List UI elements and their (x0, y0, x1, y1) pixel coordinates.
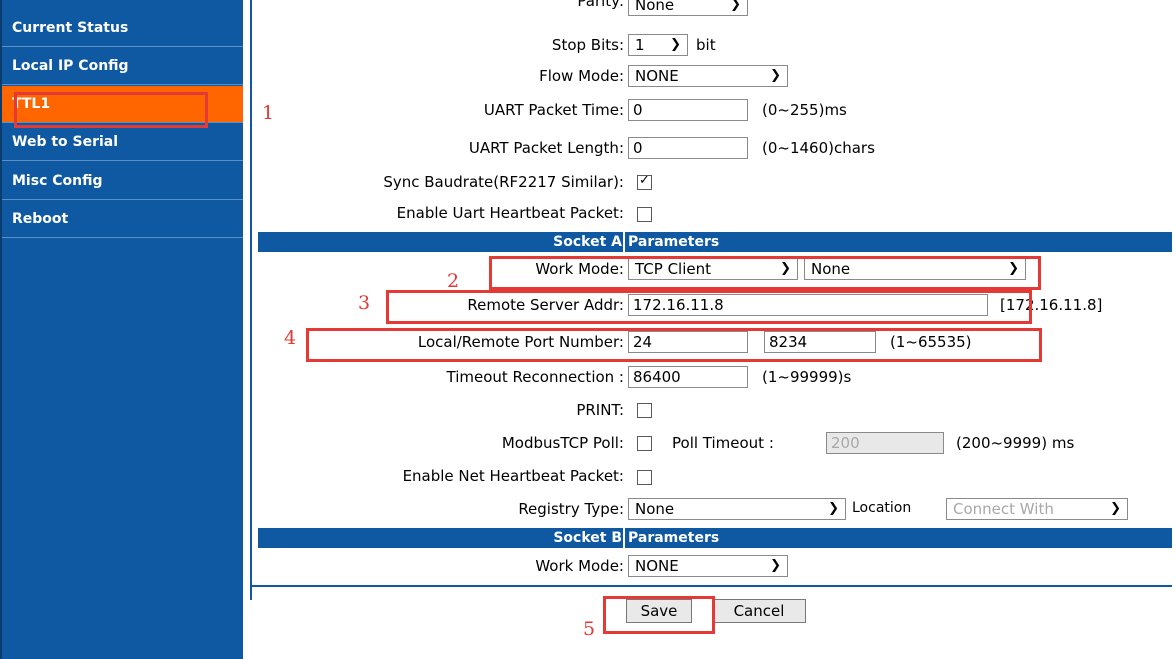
packet-time-range: (0~255)ms (762, 101, 847, 119)
chevron-down-icon: ❯ (730, 0, 741, 12)
chevron-down-icon: ❯ (828, 501, 839, 516)
modbus-poll-checkbox[interactable] (637, 436, 652, 451)
socket-b-work-mode-label: Work Mode: (535, 557, 624, 575)
content-frame-border (250, 0, 252, 600)
header-divider (623, 528, 625, 548)
print-label: PRINT: (576, 401, 624, 419)
location-value: Connect With (953, 500, 1054, 518)
cancel-button[interactable]: Cancel (712, 599, 806, 623)
annotation-number-3: 3 (358, 292, 371, 314)
annotation-box-ttl1 (14, 92, 208, 128)
chevron-down-icon: ❯ (670, 37, 681, 52)
packet-time-input[interactable]: 0 (628, 99, 748, 121)
modbus-poll-label: ModbusTCP Poll: (501, 434, 624, 452)
stop-bits-select[interactable]: 1 ❯ (628, 34, 688, 56)
socket-b-work-mode-value: NONE (635, 557, 679, 575)
annotation-number-5: 5 (583, 618, 596, 640)
socket-b-header-left: Socket B (553, 530, 622, 546)
stop-bits-label: Stop Bits: (551, 36, 624, 54)
parity-value: None (635, 0, 675, 14)
annotation-number-4: 4 (284, 327, 297, 349)
registry-type-label: Registry Type: (518, 500, 624, 518)
sidebar-item-reboot[interactable]: Reboot (2, 201, 243, 238)
sidebar-item-web-to-serial[interactable]: Web to Serial (2, 124, 243, 161)
parity-select[interactable]: None ❯ (628, 0, 748, 16)
socket-b-header-right: Parameters (628, 530, 720, 546)
annotation-box-remote-addr (386, 290, 1032, 324)
sync-baudrate-checkbox[interactable]: ✓ (637, 173, 652, 190)
packet-time-label: UART Packet Time: (483, 101, 624, 119)
socket-b-work-mode-select[interactable]: NONE ❯ (628, 555, 788, 577)
check-icon: ✓ (639, 173, 650, 188)
sidebar-item-current-status[interactable]: Current Status (2, 10, 243, 47)
poll-timeout-input[interactable]: 200 (826, 432, 944, 454)
net-heartbeat-label: Enable Net Heartbeat Packet: (402, 467, 624, 485)
timeout-reconnection-label: Timeout Reconnection : (446, 368, 625, 386)
socket-a-header: Socket A Parameters (258, 232, 1172, 252)
poll-timeout-label: Poll Timeout : (672, 434, 774, 452)
timeout-reconnection-range: (1~99999)s (762, 368, 852, 386)
registry-type-value: None (635, 500, 675, 518)
poll-timeout-range: (200~9999) ms (956, 434, 1075, 452)
stop-bits-value: 1 (635, 36, 645, 54)
chevron-down-icon: ❯ (1110, 501, 1121, 516)
annotation-number-1: 1 (262, 102, 275, 124)
socket-b-header: Socket B Parameters (258, 528, 1172, 548)
sidebar-item-local-ip-config[interactable]: Local IP Config (2, 48, 243, 85)
annotation-box-save (603, 596, 715, 634)
header-divider (623, 232, 625, 252)
location-label: Location (852, 500, 912, 516)
packet-length-range: (0~1460)chars (762, 139, 875, 157)
stop-bits-unit: bit (696, 36, 716, 54)
socket-a-header-left: Socket A (553, 234, 622, 250)
packet-length-label: UART Packet Length: (468, 139, 624, 157)
chevron-down-icon: ❯ (770, 558, 781, 573)
flow-mode-select[interactable]: NONE ❯ (628, 65, 788, 87)
timeout-reconnection-input[interactable]: 86400 (628, 366, 748, 388)
parity-label: Parity: (577, 0, 624, 10)
net-heartbeat-checkbox[interactable] (637, 470, 652, 485)
uart-heartbeat-checkbox[interactable] (637, 207, 652, 222)
packet-length-input[interactable]: 0 (628, 137, 748, 159)
sync-baudrate-label: Sync Baudrate(RF2217 Similar): (383, 173, 624, 191)
flow-mode-label: Flow Mode: (539, 67, 624, 85)
location-select[interactable]: Connect With ❯ (946, 498, 1128, 520)
sidebar-item-misc-config[interactable]: Misc Config (2, 163, 243, 200)
registry-type-select[interactable]: None ❯ (628, 498, 846, 520)
annotation-number-2: 2 (447, 270, 460, 292)
annotation-box-port-number (306, 328, 1042, 362)
print-checkbox[interactable] (637, 403, 652, 418)
socket-a-header-right: Parameters (628, 234, 720, 250)
content-frame-bottom (252, 585, 1172, 587)
flow-mode-value: NONE (635, 67, 679, 85)
uart-heartbeat-label: Enable Uart Heartbeat Packet: (396, 204, 624, 222)
annotation-box-work-mode (489, 256, 1041, 290)
chevron-down-icon: ❯ (770, 68, 781, 83)
